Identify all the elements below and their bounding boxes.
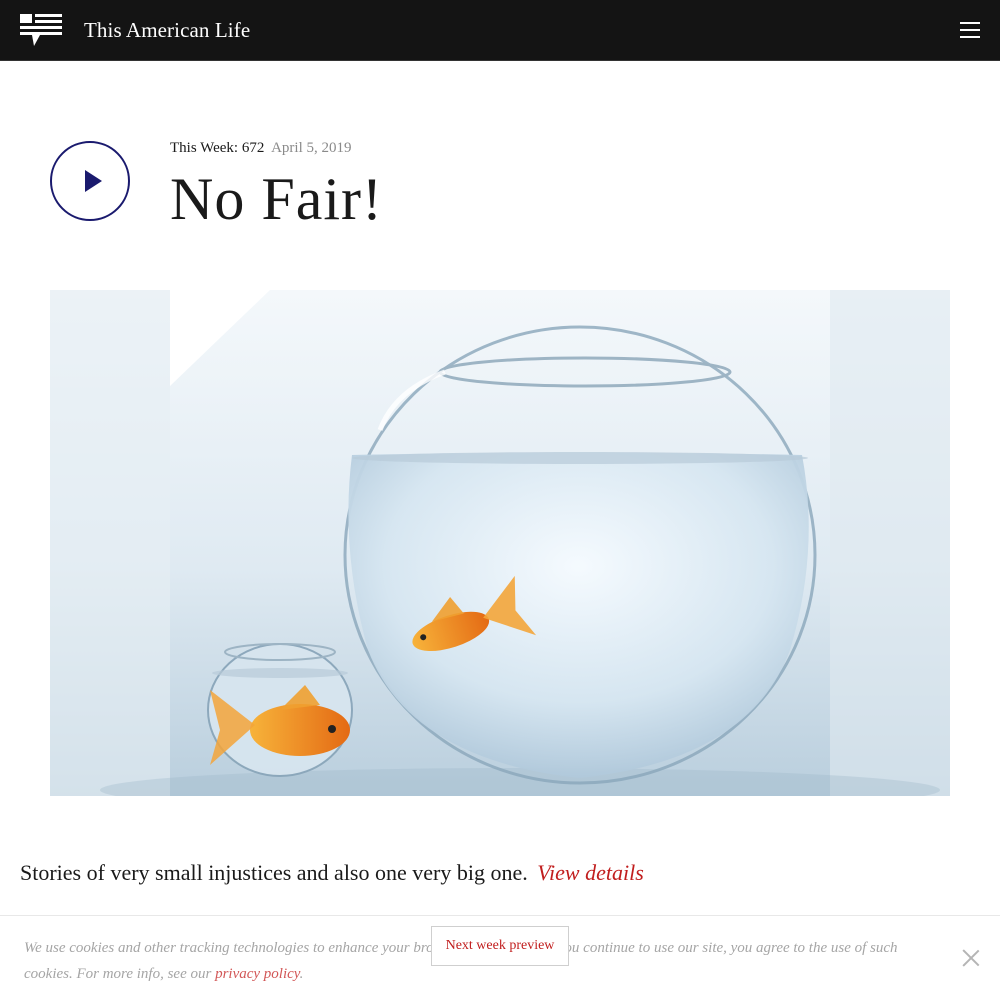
privacy-policy-link[interactable]: privacy policy — [215, 966, 300, 982]
episode-meta: This Week: 672 April 5, 2019 — [170, 140, 352, 157]
episode-title: No Fair! — [170, 166, 383, 232]
next-week-preview-button[interactable]: Next week preview — [431, 926, 569, 966]
view-details-link[interactable]: View details — [537, 860, 644, 885]
brand-name: This American Life — [84, 18, 251, 42]
episode-number: This Week: 672 — [170, 140, 265, 156]
tal-logo-icon — [20, 14, 62, 46]
home-logo-link[interactable]: This American Life — [20, 14, 250, 47]
description-text: Stories of very small injustices and als… — [20, 860, 528, 885]
site-header: This American Life — [0, 0, 1000, 61]
hamburger-menu-icon[interactable] — [960, 22, 980, 38]
goldfish-bowls-image — [50, 290, 950, 796]
play-button[interactable] — [50, 141, 130, 221]
episode-date: April 5, 2019 — [271, 140, 352, 156]
play-icon — [85, 170, 102, 192]
episode-description: Stories of very small injustices and als… — [20, 860, 644, 886]
cookie-text-end: . — [299, 966, 304, 982]
close-icon[interactable] — [962, 949, 980, 967]
